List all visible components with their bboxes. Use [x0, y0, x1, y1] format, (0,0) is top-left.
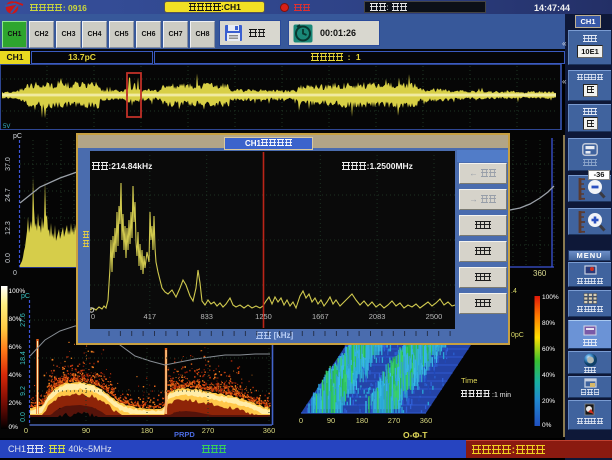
svg-text:60%: 60% — [542, 346, 555, 353]
svg-text:90: 90 — [82, 426, 90, 435]
svg-text:Time: Time — [461, 376, 477, 385]
svg-text:40%: 40% — [9, 372, 22, 379]
svg-text:0%: 0% — [542, 422, 552, 429]
svg-text:270: 270 — [202, 426, 215, 435]
svg-text::1 min: :1 min — [492, 392, 511, 399]
svg-text:0: 0 — [13, 270, 17, 277]
svg-text:0: 0 — [91, 312, 95, 321]
svg-text:100%: 100% — [542, 294, 559, 301]
svg-text:20%: 20% — [9, 400, 22, 407]
svg-text:360: 360 — [263, 426, 276, 435]
svg-text:24.7: 24.7 — [5, 188, 12, 202]
svg-text:0.0: 0.0 — [5, 253, 12, 263]
svg-text:2083: 2083 — [369, 312, 386, 321]
svg-text:360: 360 — [533, 269, 547, 278]
svg-text:180: 180 — [356, 416, 369, 425]
svg-text:pC: pC — [13, 133, 22, 140]
svg-text:2500: 2500 — [426, 312, 443, 321]
svg-text:60%: 60% — [9, 344, 22, 351]
svg-text:9.2: 9.2 — [20, 386, 27, 396]
svg-text:180: 180 — [141, 426, 154, 435]
svg-text:417: 417 — [144, 312, 157, 321]
svg-text:80%: 80% — [9, 316, 22, 323]
svg-text:0pC: 0pC — [511, 332, 524, 339]
svg-text:40%: 40% — [542, 372, 555, 379]
svg-text:37.0: 37.0 — [5, 157, 12, 171]
svg-text:1250: 1250 — [255, 312, 272, 321]
svg-text:12.3: 12.3 — [5, 221, 12, 235]
svg-text:270: 270 — [388, 416, 401, 425]
svg-text:80%: 80% — [542, 320, 555, 327]
svg-text:90: 90 — [327, 416, 335, 425]
svg-text:0: 0 — [24, 426, 28, 435]
svg-text:100%: 100% — [9, 288, 26, 295]
svg-text:18.4: 18.4 — [20, 351, 27, 365]
svg-text:0.0: 0.0 — [20, 412, 27, 422]
svg-text:.4: .4 — [511, 288, 517, 295]
svg-text:0%: 0% — [9, 424, 19, 431]
svg-text:833: 833 — [200, 312, 213, 321]
svg-text:360: 360 — [420, 416, 433, 425]
svg-text:20%: 20% — [542, 398, 555, 405]
svg-text:0: 0 — [299, 416, 303, 425]
svg-text:1667: 1667 — [312, 312, 329, 321]
svg-text:PRPD: PRPD — [174, 430, 195, 438]
svg-text:Q-Φ-T: Q-Φ-T — [403, 430, 428, 438]
